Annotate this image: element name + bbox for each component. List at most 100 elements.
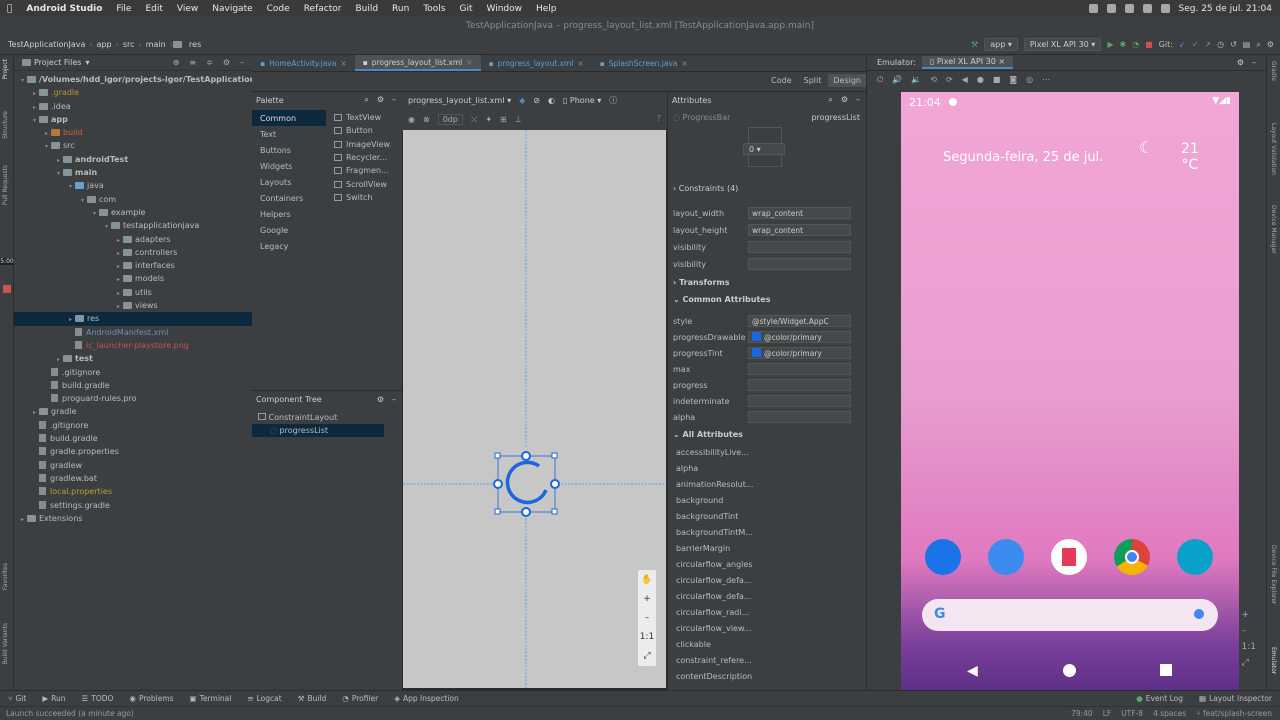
menu-tools[interactable]: Tools [416, 4, 452, 14]
constraints-section[interactable]: › Constraints (4) [673, 184, 738, 193]
chevron-right-icon[interactable]: ▸ [30, 87, 39, 100]
zoom-1to1-icon[interactable]: 1:1 [640, 632, 654, 642]
tree-item[interactable]: ▸ res [14, 312, 252, 326]
record-icon[interactable] [3, 285, 11, 293]
split-mode-button[interactable]: Split [799, 74, 827, 87]
design-surface-icon[interactable]: ◆ [519, 96, 525, 105]
attribute-value[interactable] [748, 258, 851, 270]
assistant-icon[interactable] [1194, 609, 1204, 619]
editor-tab[interactable]: ▪ progress_layout_list.xml × [354, 54, 481, 71]
tree-item[interactable]: ▸ adapters [14, 233, 252, 246]
google-search-bar[interactable]: G [922, 599, 1218, 631]
tool-app-inspection[interactable]: ◈ App Inspection [386, 694, 467, 703]
chevron-right-icon[interactable]: ▸ [54, 353, 63, 366]
volume-up-icon[interactable]: 🔊 [892, 75, 902, 84]
default-margin-select[interactable]: 0dp [437, 114, 463, 125]
menu-refactor[interactable]: Refactor [297, 4, 349, 14]
zoom-out-icon[interactable]: – [1242, 626, 1256, 636]
palette-category-legacy[interactable]: Legacy [260, 242, 288, 251]
tool-problems[interactable]: ◉ Problems [121, 694, 181, 703]
chevron-right-icon[interactable]: ▸ [114, 260, 123, 273]
tree-item[interactable]: gradlew.bat [14, 472, 252, 485]
left-anchor[interactable] [493, 479, 503, 489]
chevron-down-icon[interactable]: ▾ [42, 140, 51, 153]
close-icon[interactable]: × [340, 55, 346, 72]
run-config-select[interactable]: app ▾ [984, 38, 1018, 51]
search-icon[interactable] [1142, 4, 1152, 13]
file-encoding[interactable]: UTF-8 [1121, 709, 1143, 718]
chevron-right-icon[interactable]: ▸ [54, 154, 63, 167]
phone-screen[interactable]: 21:04 ▼◢▮ Segunda-feira, 25 de jul. ☾ 21… [901, 92, 1239, 692]
attribute-value[interactable]: wrap_content [748, 224, 851, 236]
history-icon[interactable]: ◷ [1217, 40, 1224, 49]
gear-icon[interactable]: ⚙ [377, 395, 384, 404]
caret-position[interactable]: 79:40 [1071, 709, 1093, 718]
minimize-icon[interactable]: – [392, 95, 396, 105]
chevron-right-icon[interactable]: ▸ [114, 234, 123, 247]
tree-item[interactable]: .gitignore [14, 419, 252, 432]
event-log-button[interactable]: ● Event Log [1128, 694, 1191, 703]
gear-icon[interactable]: ⚙ [377, 95, 384, 105]
tree-item[interactable]: ▾ main [14, 166, 252, 179]
close-icon[interactable]: × [682, 55, 688, 72]
attribute-value[interactable] [748, 411, 851, 423]
minimize-icon[interactable]: – [240, 58, 244, 67]
tree-item[interactable]: ic_launcher-playstore.png [14, 339, 252, 352]
tool-device-manager[interactable]: Device Manager [1270, 205, 1277, 254]
git-branch[interactable]: ⑂ feat/splash-screen [1196, 709, 1272, 718]
attribute-value[interactable]: @style/Widget.AppC [748, 315, 851, 327]
overview-icon[interactable]: ■ [993, 75, 1001, 84]
tool-structure[interactable]: Structure [2, 111, 9, 139]
rollback-icon[interactable]: ↺ [1230, 40, 1237, 49]
attribute-row[interactable]: circularflow_view... [676, 621, 866, 636]
gear-icon[interactable]: ⚙ [223, 58, 230, 67]
close-icon[interactable]: × [466, 54, 472, 71]
minimize-icon[interactable]: – [856, 95, 860, 105]
align-icon[interactable]: ⊞ [500, 115, 507, 124]
snapshot-icon[interactable]: ◎ [1026, 75, 1033, 84]
tree-item[interactable]: build.gradle [14, 432, 252, 445]
attribute-row[interactable]: circularflow_angles [676, 557, 866, 572]
attribute-value[interactable] [748, 363, 851, 375]
tree-item[interactable]: ▾ src [14, 139, 252, 152]
chevron-down-icon[interactable]: ▾ [30, 114, 39, 127]
device-select[interactable]: Pixel XL API 30 ▾ [1023, 38, 1102, 51]
editor-tab[interactable]: ▪ progress_layout.xml × [481, 55, 592, 71]
palette-item[interactable]: Fragmen... [334, 166, 389, 175]
chevron-right-icon[interactable]: ▸ [114, 300, 123, 313]
menu-help[interactable]: Help [529, 4, 564, 14]
palette-item[interactable]: Recycler... [334, 153, 387, 162]
git-update-icon[interactable]: ↙ [1179, 40, 1186, 49]
tree-item[interactable]: ▸ gradle [14, 405, 252, 418]
menu-git[interactable]: Git [452, 4, 479, 14]
top-anchor[interactable] [521, 451, 531, 461]
autoconnect-icon[interactable]: ⊗ [423, 115, 430, 124]
progress-spinner[interactable] [505, 460, 548, 505]
nav-back-icon[interactable]: ◀ [967, 663, 978, 679]
tree-item[interactable]: ▾ /Volumes/hdd_igor/projects-igor/TestApp… [14, 73, 258, 86]
rotate-left-icon[interactable]: ⟲ [930, 75, 937, 84]
tool-todo[interactable]: ☰ TODO [74, 694, 122, 703]
gear-icon[interactable] [1088, 4, 1098, 13]
palette-item[interactable]: ImageView [334, 140, 390, 149]
tree-item[interactable]: ▸ views [14, 299, 252, 312]
indent-setting[interactable]: 4 spaces [1153, 709, 1186, 718]
tool-run[interactable]: ▶ Run [34, 694, 73, 703]
menu-build[interactable]: Build [348, 4, 385, 14]
stop-icon[interactable]: ■ [1145, 40, 1153, 49]
nav-home-icon[interactable] [1063, 664, 1076, 677]
breadcrumb-app[interactable]: app [93, 40, 116, 49]
design-canvas[interactable]: ✋ + – 1:1 ⤢ [403, 130, 666, 688]
guidelines-icon[interactable]: ⊥ [515, 115, 522, 124]
tree-root-constraintlayout[interactable]: ConstraintLayout [258, 411, 402, 424]
palette-category-layouts[interactable]: Layouts [260, 178, 291, 187]
tree-item[interactable]: .gitignore [14, 366, 252, 379]
tree-item[interactable]: ▸ .gradle [14, 86, 252, 99]
emulator-device-tab[interactable]: ▯ Pixel XL API 30 × [921, 56, 1014, 69]
tree-item[interactable]: settings.gradle [14, 499, 252, 512]
more-icon[interactable]: ⋯ [1042, 75, 1050, 84]
custom-app-icon[interactable] [1177, 539, 1213, 575]
git-commit-icon[interactable]: ✓ [1192, 40, 1199, 49]
attribute-value[interactable]: @color/primary [748, 331, 851, 343]
phone-weather[interactable]: 21 °C [1181, 141, 1199, 173]
